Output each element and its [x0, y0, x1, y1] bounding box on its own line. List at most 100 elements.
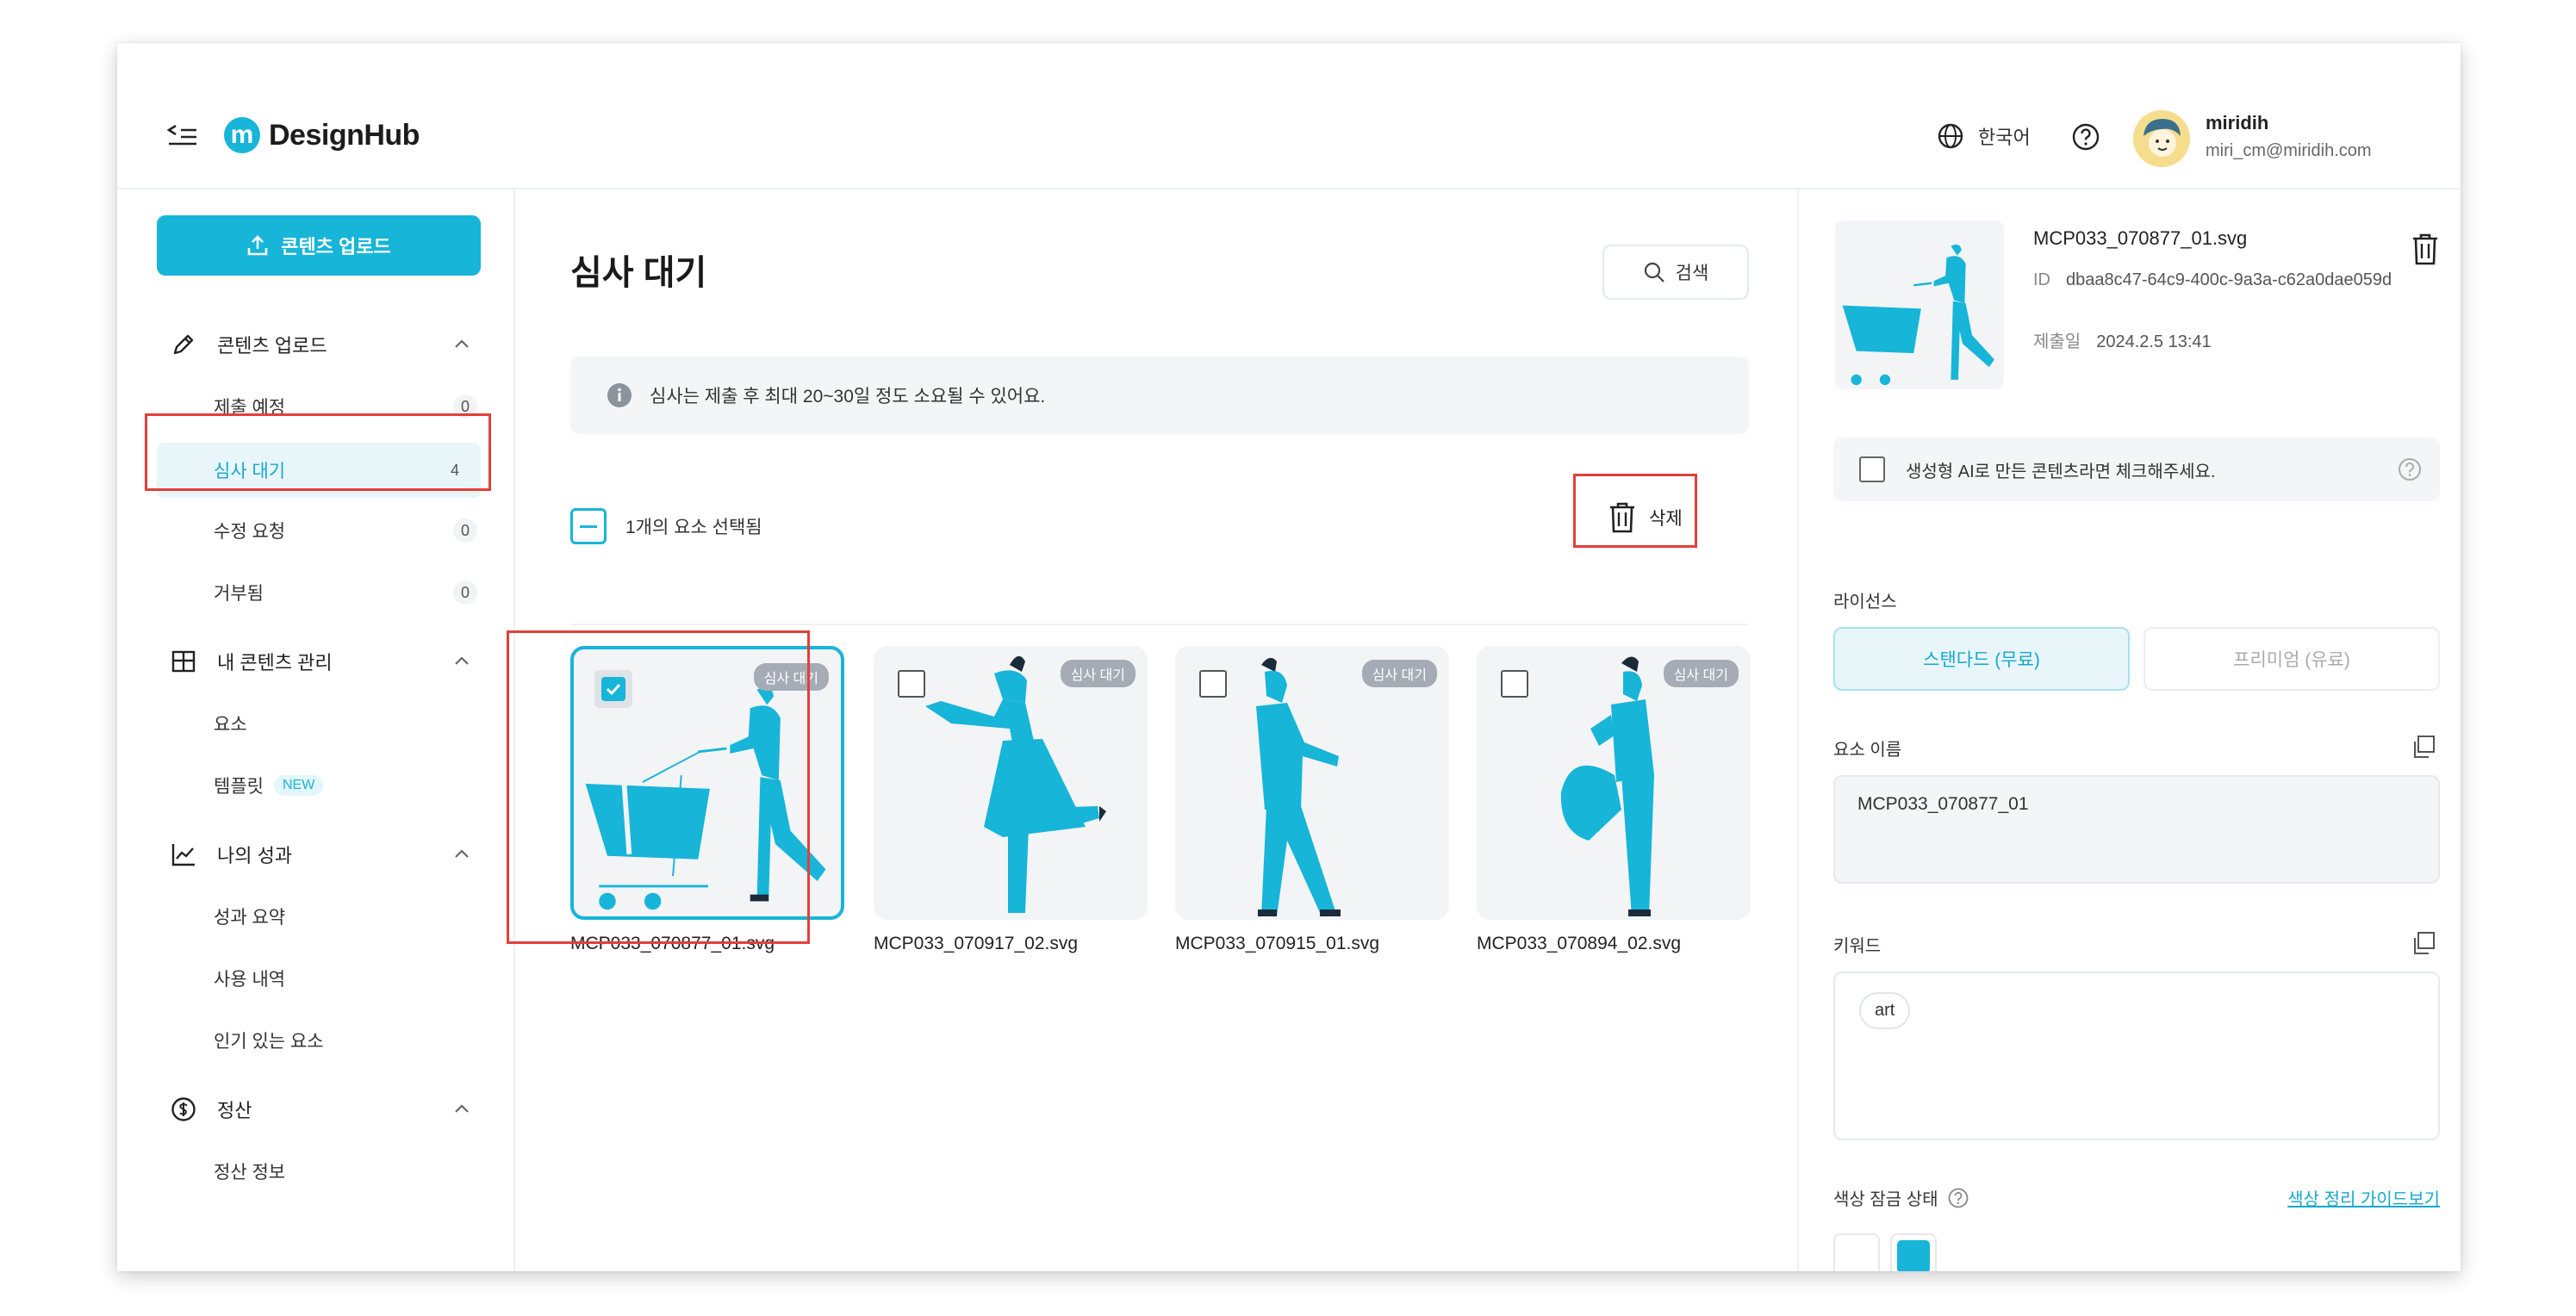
copy-icon[interactable]	[2411, 930, 2436, 956]
highlight-box-sidebar-item	[145, 413, 491, 491]
chevron-up-icon[interactable]	[450, 1097, 474, 1121]
logo-mark-icon: m	[224, 117, 260, 153]
search-button[interactable]: 검색	[1602, 245, 1749, 300]
element-card[interactable]: 심사 대기	[874, 646, 1148, 920]
app-logo[interactable]: m DesignHub	[224, 117, 420, 153]
collapse-menu-icon[interactable]	[167, 122, 198, 148]
search-icon	[1644, 262, 1664, 282]
license-standard-option[interactable]: 스탠다드 (무료)	[1833, 627, 2130, 691]
sidebar-item-performance-summary[interactable]: 성과 요약	[214, 899, 477, 934]
element-card[interactable]: 심사 대기	[1477, 646, 1751, 920]
count-badge: 0	[453, 518, 477, 543]
user-info[interactable]: miridih miri_cm@miridih.com	[2206, 112, 2372, 161]
search-label: 검색	[1675, 264, 1709, 283]
sidebar-item-label: 거부됨	[214, 584, 264, 604]
detail-submit-date: 제출일 2024.2.5 13:41	[2033, 327, 2212, 352]
sidebar-item-popular-elements[interactable]: 인기 있는 요소	[214, 1023, 477, 1058]
sidebar-item-elements[interactable]: 요소	[214, 706, 477, 741]
color-swatch-blue[interactable]	[1890, 1233, 1937, 1271]
selection-bar: 1개의 요소 선택됨	[570, 508, 762, 544]
ai-checkbox[interactable]	[1859, 456, 1885, 482]
chart-icon	[169, 840, 198, 869]
info-text: 심사는 제출 후 최대 20~30일 정도 소요될 수 있어요.	[650, 387, 1046, 407]
element-name-label: 요소 이름	[1833, 741, 1902, 760]
copy-icon[interactable]	[2411, 734, 2436, 760]
keyword-label: 키워드	[1833, 937, 1882, 956]
help-icon[interactable]	[1947, 1187, 1969, 1209]
sidebar-section-performance[interactable]: 나의 성과	[169, 837, 479, 872]
card-checkbox[interactable]	[898, 670, 925, 698]
logo-text: DesignHub	[269, 118, 420, 152]
selection-count-text: 1개의 요소 선택됨	[625, 518, 762, 537]
chevron-up-icon[interactable]	[450, 332, 474, 357]
id-label: ID	[2033, 270, 2050, 289]
ai-checkbox-label: 생성형 AI로 만든 콘텐츠라면 체크해주세요.	[1906, 462, 2216, 481]
detail-panel: MCP033_070877_01.svg ID dbaa8c47-64c9-400…	[1799, 189, 2461, 1271]
sidebar-item-templates[interactable]: 템플릿 NEW	[214, 768, 477, 803]
keyword-field[interactable]: art	[1833, 971, 2440, 1140]
color-guide-link[interactable]: 색상 정리 가이드보기	[2287, 1185, 2440, 1210]
date-label: 제출일	[2033, 332, 2081, 351]
color-lock-row: 색상 잠금 상태	[1833, 1185, 1969, 1210]
app-window: m DesignHub 한국어 miridih miri_cm@miridih.…	[117, 43, 2461, 1271]
sidebar-item-label: 사용 내역	[214, 970, 286, 990]
keyword-chip[interactable]: art	[1859, 992, 1911, 1029]
chevron-up-icon[interactable]	[450, 649, 474, 674]
help-icon[interactable]	[2397, 456, 2423, 482]
select-all-checkbox[interactable]	[570, 508, 607, 544]
pencil-icon	[169, 330, 198, 359]
globe-icon	[1938, 123, 1963, 149]
language-label: 한국어	[1978, 127, 2031, 148]
shopping-cart-figure-image	[1842, 244, 1994, 386]
sidebar-section-settlement[interactable]: 정산	[169, 1092, 479, 1127]
upload-icon	[247, 235, 268, 256]
date-value: 2024.2.5 13:41	[2096, 332, 2212, 351]
detail-filename: MCP033_070877_01.svg	[2033, 227, 2248, 249]
info-icon	[607, 383, 632, 407]
detail-thumbnail	[1835, 220, 2004, 389]
sidebar-section-my-content[interactable]: 내 콘텐츠 관리	[169, 644, 479, 679]
sidebar-item-revision-requested[interactable]: 수정 요청 0	[214, 513, 477, 548]
sidebar-item-label: 템플릿	[214, 777, 264, 797]
page-title: 심사 대기	[570, 254, 707, 292]
ai-generated-checkbox-row[interactable]: 생성형 AI로 만든 콘텐츠라면 체크해주세요.	[1833, 438, 2440, 501]
license-premium-option[interactable]: 프리미엄 (유료)	[2144, 627, 2440, 691]
status-badge: 심사 대기	[1663, 660, 1739, 687]
card-checkbox[interactable]	[1199, 670, 1227, 698]
top-header: m DesignHub 한국어 miridih miri_cm@miridih.…	[117, 43, 2461, 189]
info-banner: 심사는 제출 후 최대 20~30일 정도 소요될 수 있어요.	[570, 357, 1749, 434]
license-label: 라이선스	[1833, 593, 1897, 611]
language-selector[interactable]: 한국어	[1937, 122, 2031, 150]
user-email: miri_cm@miridih.com	[2206, 141, 2372, 160]
section-label: 콘텐츠 업로드	[217, 335, 327, 357]
user-name: miridih	[2206, 112, 2269, 133]
sidebar-section-upload[interactable]: 콘텐츠 업로드	[169, 327, 479, 362]
element-card[interactable]: 심사 대기	[1175, 646, 1449, 920]
detail-id: ID dbaa8c47-64c9-400c-9a3a-c62a0dae059d	[2033, 267, 2395, 293]
element-name-field[interactable]: MCP033_070877_01	[1833, 775, 2440, 884]
chevron-up-icon[interactable]	[450, 842, 474, 866]
new-badge: NEW	[273, 775, 324, 796]
avatar[interactable]	[2133, 110, 2190, 167]
card-checkbox[interactable]	[1501, 670, 1528, 698]
count-badge: 0	[453, 580, 477, 605]
sidebar-item-settlement-info[interactable]: 정산 정보	[214, 1154, 477, 1189]
divider	[570, 624, 1749, 625]
sidebar-item-rejected[interactable]: 거부됨 0	[214, 575, 477, 610]
sidebar-item-usage-history[interactable]: 사용 내역	[214, 961, 477, 996]
sidebar-item-label: 요소	[214, 715, 247, 735]
status-badge: 심사 대기	[1060, 660, 1136, 687]
help-icon[interactable]	[2071, 122, 2100, 152]
sidebar-item-label: 정산 정보	[214, 1163, 286, 1183]
card-filename: MCP033_070894_02.svg	[1477, 934, 1682, 953]
upload-content-button[interactable]: 콘텐츠 업로드	[157, 215, 481, 276]
sidebar: 콘텐츠 업로드 콘텐츠 업로드 제출 예정 0 심사 대기 4 수정 요청 0 …	[117, 189, 515, 1271]
card-filename: MCP033_070917_02.svg	[874, 934, 1079, 953]
status-badge: 심사 대기	[1361, 660, 1437, 687]
section-label: 나의 성과	[217, 845, 293, 866]
section-label: 내 콘텐츠 관리	[217, 652, 333, 674]
trash-icon[interactable]	[2411, 233, 2440, 267]
color-swatch-white[interactable]	[1833, 1233, 1880, 1271]
upload-button-label: 콘텐츠 업로드	[281, 236, 391, 258]
main-content: 심사 대기 검색 심사는 제출 후 최대 20~30일 정도 소요될 수 있어요…	[507, 189, 1799, 1271]
